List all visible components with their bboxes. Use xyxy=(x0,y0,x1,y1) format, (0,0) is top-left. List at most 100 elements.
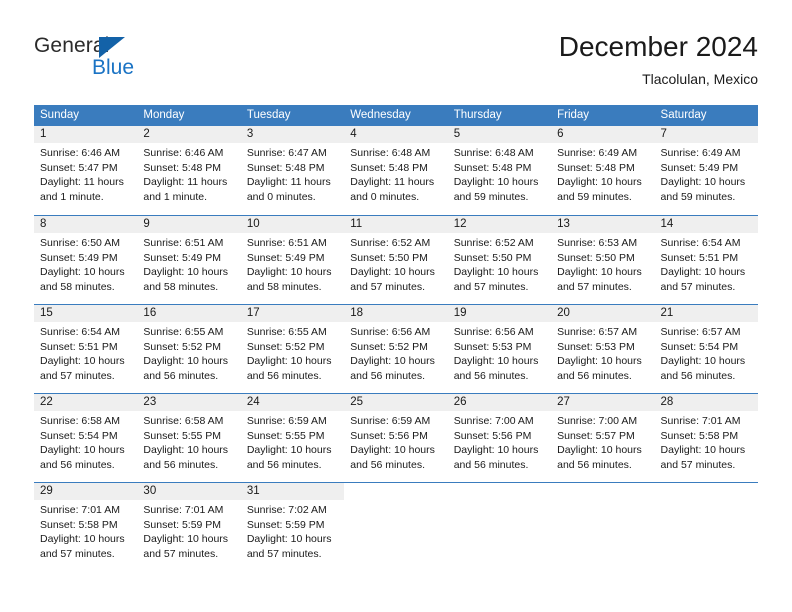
sunrise-text: Sunrise: 6:56 AM xyxy=(350,326,431,338)
day-cell[interactable]: 21 Sunrise: 6:57 AM Sunset: 5:54 PM Dayligh… xyxy=(654,305,758,393)
day-cell[interactable]: 2 Sunrise: 6:46 AM Sunset: 5:48 PM Daylight… xyxy=(137,126,241,215)
day-cell[interactable]: 23 Sunrise: 6:58 AM Sunset: 5:55 PM Dayligh… xyxy=(137,394,241,482)
sunrise-text: Sunrise: 7:01 AM xyxy=(143,504,224,516)
day-cell[interactable]: 20 Sunrise: 6:57 AM Sunset: 5:53 PM Dayligh… xyxy=(551,305,655,393)
day-details: Sunrise: 6:59 AM Sunset: 5:56 PM Daylight:… xyxy=(344,411,447,472)
daylight-text-line2: and 56 minutes. xyxy=(557,369,632,382)
sunset-text: Sunset: 5:59 PM xyxy=(143,518,222,531)
day-details: Sunrise: 6:49 AM Sunset: 5:49 PM Daylight:… xyxy=(655,143,758,204)
day-details: Sunrise: 7:00 AM Sunset: 5:56 PM Daylight:… xyxy=(448,411,551,472)
daylight-text-line1: Daylight: 10 hours xyxy=(453,355,539,367)
sunrise-text: Sunrise: 6:54 AM xyxy=(660,237,741,249)
sunset-text: Sunset: 5:48 PM xyxy=(453,161,532,174)
sunset-text: Sunset: 5:48 PM xyxy=(557,161,635,174)
sunrise-text: Sunrise: 7:00 AM xyxy=(453,415,534,427)
daylight-text-line2: and 0 minutes. xyxy=(350,190,420,203)
week-row: 8 Sunrise: 6:50 AM Sunset: 5:49 PM Daylight… xyxy=(34,215,758,304)
day-cell[interactable]: 27 Sunrise: 7:00 AM Sunset: 5:57 PM Dayligh… xyxy=(551,394,655,482)
day-cell[interactable]: 7 Sunrise: 6:49 AM Sunset: 5:49 PM Daylight… xyxy=(654,126,758,215)
day-cell[interactable]: 8 Sunrise: 6:50 AM Sunset: 5:49 PM Daylight… xyxy=(34,216,138,304)
day-cell[interactable]: 28 Sunrise: 7:01 AM Sunset: 5:58 PM Dayligh… xyxy=(654,394,758,482)
daylight-text-line1: Daylight: 10 hours xyxy=(246,355,332,367)
day-cell[interactable]: 17 Sunrise: 6:55 AM Sunset: 5:52 PM Dayligh… xyxy=(240,305,345,393)
sunrise-text: Sunrise: 6:58 AM xyxy=(143,415,224,427)
day-cell[interactable]: 12 Sunrise: 6:52 AM Sunset: 5:50 PM Dayligh… xyxy=(447,216,552,304)
page-header: General Blue December 2024 Tlacolulan, M… xyxy=(34,30,758,98)
weeks-container: 1 Sunrise: 6:46 AM Sunset: 5:47 PM Daylight… xyxy=(34,126,758,571)
sunrise-text: Sunrise: 6:46 AM xyxy=(143,147,224,159)
day-cell[interactable]: 11 Sunrise: 6:52 AM Sunset: 5:50 PM Dayligh… xyxy=(344,216,448,304)
day-cell-empty xyxy=(655,483,758,571)
daylight-text-line2: and 56 minutes. xyxy=(246,458,322,471)
day-details: Sunrise: 6:54 AM Sunset: 5:51 PM Daylight:… xyxy=(34,322,137,383)
sunrise-text: Sunrise: 6:53 AM xyxy=(557,237,638,249)
day-number xyxy=(448,483,551,500)
day-cell[interactable]: 13 Sunrise: 6:53 AM Sunset: 5:50 PM Dayligh… xyxy=(551,216,655,304)
day-cell[interactable]: 16 Sunrise: 6:55 AM Sunset: 5:52 PM Dayligh… xyxy=(137,305,241,393)
daylight-text-line1: Daylight: 10 hours xyxy=(453,266,539,278)
daylight-text-line1: Daylight: 10 hours xyxy=(660,266,746,278)
day-cell[interactable]: 14 Sunrise: 6:54 AM Sunset: 5:51 PM Dayligh… xyxy=(654,216,758,304)
day-cell[interactable]: 26 Sunrise: 7:00 AM Sunset: 5:56 PM Dayligh… xyxy=(447,394,552,482)
day-details: Sunrise: 6:51 AM Sunset: 5:49 PM Daylight:… xyxy=(241,233,344,294)
sunset-text: Sunset: 5:49 PM xyxy=(246,251,325,264)
daylight-text-line1: Daylight: 10 hours xyxy=(660,444,746,456)
daylight-text-line2: and 56 minutes. xyxy=(143,458,219,471)
day-cell[interactable]: 22 Sunrise: 6:58 AM Sunset: 5:54 PM Dayligh… xyxy=(34,394,138,482)
day-cell[interactable]: 6 Sunrise: 6:49 AM Sunset: 5:48 PM Daylight… xyxy=(551,126,655,215)
day-number: 3 xyxy=(240,126,345,143)
sunrise-text: Sunrise: 6:49 AM xyxy=(660,147,741,159)
day-number: 15 xyxy=(34,305,138,322)
day-number: 6 xyxy=(551,126,655,143)
sunrise-text: Sunrise: 6:52 AM xyxy=(453,237,534,249)
day-cell[interactable]: 10 Sunrise: 6:51 AM Sunset: 5:49 PM Dayligh… xyxy=(240,216,345,304)
sunrise-text: Sunrise: 6:47 AM xyxy=(246,147,327,159)
day-number xyxy=(551,483,654,500)
day-cell[interactable]: 25 Sunrise: 6:59 AM Sunset: 5:56 PM Dayligh… xyxy=(344,394,448,482)
day-cell[interactable]: 3 Sunrise: 6:47 AM Sunset: 5:48 PM Daylight… xyxy=(240,126,345,215)
day-details: Sunrise: 6:57 AM Sunset: 5:53 PM Daylight:… xyxy=(551,322,654,383)
sunset-text: Sunset: 5:54 PM xyxy=(660,340,739,353)
sunset-text: Sunset: 5:47 PM xyxy=(40,161,118,174)
day-cell[interactable]: 19 Sunrise: 6:56 AM Sunset: 5:53 PM Dayligh… xyxy=(447,305,552,393)
brand-logo[interactable]: General Blue xyxy=(34,34,234,90)
daylight-text-line2: and 57 minutes. xyxy=(40,547,115,560)
daylight-text-line2: and 0 minutes. xyxy=(246,190,316,203)
day-details: Sunrise: 7:01 AM Sunset: 5:58 PM Daylight:… xyxy=(655,411,758,472)
day-cell[interactable]: 4 Sunrise: 6:48 AM Sunset: 5:48 PM Daylight… xyxy=(344,126,448,215)
day-cell[interactable]: 15 Sunrise: 6:54 AM Sunset: 5:51 PM Dayligh… xyxy=(34,305,138,393)
sunrise-text: Sunrise: 7:01 AM xyxy=(40,504,120,516)
sunset-text: Sunset: 5:53 PM xyxy=(557,340,635,353)
day-cell[interactable]: 1 Sunrise: 6:46 AM Sunset: 5:47 PM Daylight… xyxy=(34,126,138,215)
day-cell[interactable]: 9 Sunrise: 6:51 AM Sunset: 5:49 PM Daylight… xyxy=(137,216,241,304)
day-cell[interactable]: 18 Sunrise: 6:56 AM Sunset: 5:52 PM Dayligh… xyxy=(344,305,448,393)
day-cell[interactable]: 5 Sunrise: 6:48 AM Sunset: 5:48 PM Daylight… xyxy=(447,126,552,215)
sunset-text: Sunset: 5:52 PM xyxy=(246,340,325,353)
day-number: 20 xyxy=(551,305,655,322)
daylight-text-line1: Daylight: 10 hours xyxy=(143,533,229,545)
daylight-text-line1: Daylight: 10 hours xyxy=(40,533,125,545)
brand-name-blue: Blue xyxy=(92,56,135,79)
day-cell[interactable]: 30 Sunrise: 7:01 AM Sunset: 5:59 PM Dayligh… xyxy=(137,483,241,571)
day-cell[interactable]: 24 Sunrise: 6:59 AM Sunset: 5:55 PM Dayligh… xyxy=(240,394,345,482)
weekday-header-tuesday: Tuesday xyxy=(246,109,291,121)
daylight-text-line2: and 56 minutes. xyxy=(40,458,115,471)
weekday-header-saturday: Saturday xyxy=(660,109,707,121)
day-number xyxy=(344,483,447,500)
sunset-text: Sunset: 5:52 PM xyxy=(350,340,428,353)
sunrise-text: Sunrise: 7:01 AM xyxy=(660,415,741,427)
daylight-text-line1: Daylight: 10 hours xyxy=(143,444,229,456)
day-cell[interactable]: 31 Sunrise: 7:02 AM Sunset: 5:59 PM Dayligh… xyxy=(240,483,345,571)
day-cell[interactable]: 29 Sunrise: 7:01 AM Sunset: 5:58 PM Dayligh… xyxy=(34,483,138,571)
daylight-text-line1: Daylight: 10 hours xyxy=(350,444,435,456)
sunrise-text: Sunrise: 6:52 AM xyxy=(350,237,431,249)
day-details: Sunrise: 7:01 AM Sunset: 5:58 PM Daylight:… xyxy=(34,500,137,561)
day-number: 9 xyxy=(137,216,241,233)
daylight-text-line1: Daylight: 10 hours xyxy=(246,444,332,456)
day-details: Sunrise: 6:55 AM Sunset: 5:52 PM Daylight:… xyxy=(137,322,240,383)
sunrise-text: Sunrise: 7:00 AM xyxy=(557,415,638,427)
sunset-text: Sunset: 5:48 PM xyxy=(350,161,428,174)
day-number: 1 xyxy=(34,126,138,143)
sunset-text: Sunset: 5:53 PM xyxy=(453,340,532,353)
daylight-text-line2: and 58 minutes. xyxy=(143,280,219,293)
